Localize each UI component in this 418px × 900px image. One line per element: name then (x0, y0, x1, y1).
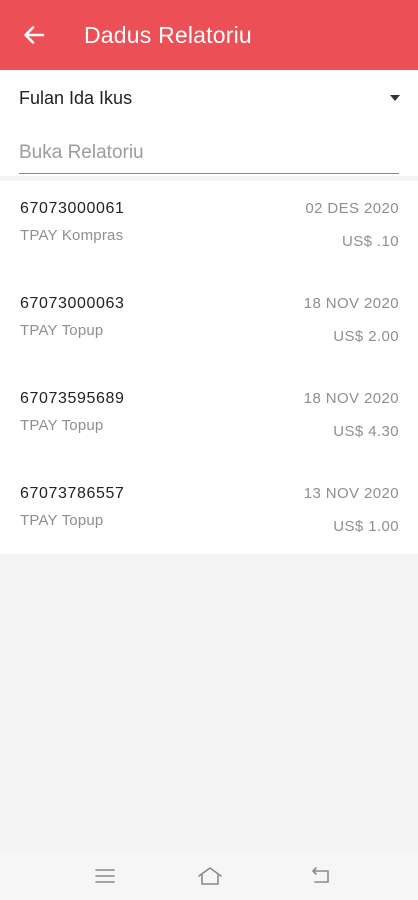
search-input[interactable] (19, 136, 399, 170)
arrow-left-icon (24, 26, 45, 44)
list-item[interactable]: 67073786557 TPAY Topup 13 NOV 2020 US$ 1… (0, 466, 418, 561)
report-description: TPAY Topup (20, 417, 104, 434)
report-number: 67073786557 (20, 485, 125, 502)
recent-apps-button[interactable] (92, 863, 118, 889)
back-icon (312, 867, 329, 883)
report-description: TPAY Topup (20, 322, 104, 339)
report-date: 18 NOV 2020 (303, 390, 399, 407)
account-select[interactable]: Fulan Ida Ikus (19, 84, 401, 112)
page-title: Dadus Relatoriu (84, 21, 252, 48)
report-number: 67073000061 (20, 200, 125, 217)
report-amount: US$ .10 (342, 233, 399, 250)
report-list: 67073000061 TPAY Kompras 02 DES 2020 US$… (0, 181, 418, 554)
report-date: 18 NOV 2020 (303, 295, 399, 312)
list-item[interactable]: 67073595689 TPAY Topup 18 NOV 2020 US$ 4… (0, 371, 418, 466)
back-button[interactable] (14, 15, 54, 55)
account-select-value: Fulan Ida Ikus (19, 87, 133, 108)
report-date: 13 NOV 2020 (303, 485, 399, 502)
home-button[interactable] (197, 863, 223, 889)
report-amount: US$ 4.30 (333, 423, 399, 440)
list-item[interactable]: 67073000063 TPAY Topup 18 NOV 2020 US$ 2… (0, 276, 418, 371)
menu-icon (95, 869, 115, 883)
filter-panel: Fulan Ida Ikus (0, 70, 418, 176)
report-date: 02 DES 2020 (305, 200, 399, 217)
list-item[interactable]: 67073000061 TPAY Kompras 02 DES 2020 US$… (0, 181, 418, 276)
report-description: TPAY Kompras (20, 227, 124, 244)
app-bar: Dadus Relatoriu (0, 0, 418, 70)
nav-back-button[interactable] (307, 863, 333, 889)
report-number: 67073595689 (20, 390, 125, 407)
home-icon (198, 867, 222, 885)
system-nav-bar (0, 851, 418, 900)
report-amount: US$ 2.00 (333, 328, 399, 345)
triangle-down-icon (390, 95, 400, 101)
search-field (19, 136, 399, 174)
report-amount: US$ 1.00 (333, 518, 399, 535)
report-number: 67073000063 (20, 295, 125, 312)
report-description: TPAY Topup (20, 512, 104, 529)
